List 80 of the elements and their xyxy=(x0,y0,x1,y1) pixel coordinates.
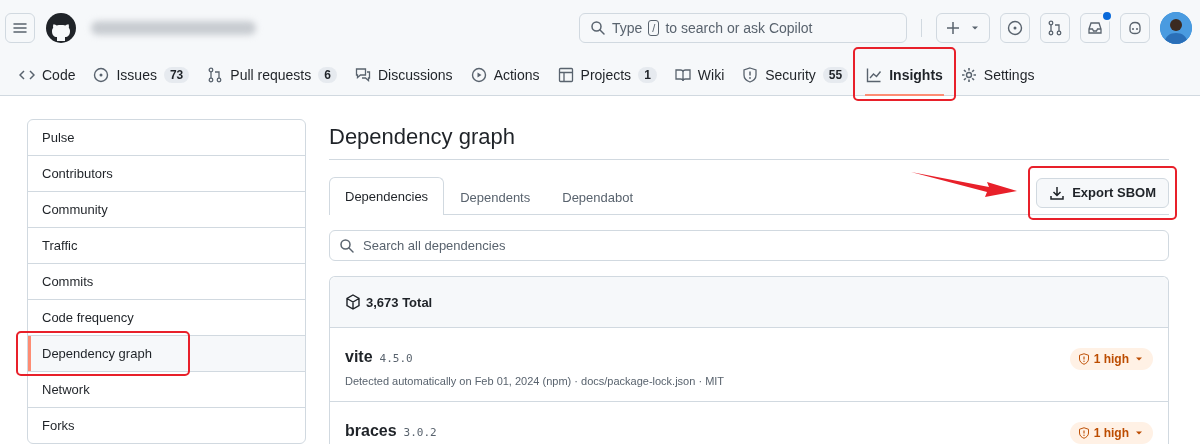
count-badge: 6 xyxy=(318,67,337,83)
slash-key: / xyxy=(648,19,660,36)
repo-tab[interactable]: Insights xyxy=(857,55,952,95)
inbox-icon xyxy=(1087,19,1103,36)
pull-requests-button[interactable] xyxy=(1040,12,1070,43)
tab-label: Issues xyxy=(116,67,157,83)
tab-label: Insights xyxy=(889,67,943,83)
inbox-button[interactable] xyxy=(1080,12,1110,43)
tab-label: Code xyxy=(42,67,76,83)
avatar[interactable] xyxy=(1160,11,1192,44)
shield-icon xyxy=(742,67,759,83)
tab-label: Actions xyxy=(493,67,540,83)
alert-badge[interactable]: 1 high xyxy=(1069,348,1153,370)
circle-dot-icon xyxy=(1007,19,1023,36)
tab[interactable]: Dependencies xyxy=(329,177,445,215)
sidebar-item[interactable]: Community xyxy=(28,192,305,227)
dependency-detail: Detected automatically on Feb 01, 2024 (npm) · docs/package-lock.json · MIT xyxy=(345,375,726,387)
circle-dot-icon xyxy=(93,67,110,83)
repo-tab[interactable]: Security 55 xyxy=(733,55,858,95)
issues-button[interactable] xyxy=(1000,12,1030,43)
plus-icon xyxy=(945,19,961,36)
sidebar-item[interactable]: Contributors xyxy=(28,156,305,191)
sidebar-item[interactable]: Code frequency xyxy=(28,300,305,335)
tab-label: Discussions xyxy=(377,67,453,83)
tab[interactable]: Dependabot xyxy=(546,178,650,215)
repo-tab[interactable]: Projects 1 xyxy=(548,55,666,95)
package-icon xyxy=(345,294,361,310)
tab[interactable]: Dependents xyxy=(444,178,547,215)
pull-request-icon xyxy=(207,67,224,83)
count-badge: 55 xyxy=(822,67,849,83)
sidebar-item[interactable]: Dependency graph xyxy=(28,336,305,371)
sidebar-item[interactable]: Commits xyxy=(28,264,305,299)
export-button[interactable]: Export SBOM xyxy=(1036,177,1169,208)
repo-tab[interactable]: Wiki xyxy=(665,55,734,95)
pull-request-icon xyxy=(1047,19,1063,36)
copilot-button[interactable] xyxy=(1120,12,1150,43)
repo-tab[interactable]: Pull requests 6 xyxy=(198,55,346,95)
speech-bubbles-icon xyxy=(354,67,371,83)
count-badge: 1 xyxy=(638,67,657,83)
repo-tab[interactable]: Issues 73 xyxy=(84,55,199,95)
book-icon xyxy=(674,67,691,83)
play-icon xyxy=(470,67,487,83)
version-text: 3.0.2 xyxy=(403,426,437,439)
sidebar-item[interactable]: Network xyxy=(28,372,305,407)
shield-icon xyxy=(1077,353,1090,365)
tab-label: Settings xyxy=(983,67,1035,83)
download-icon xyxy=(1049,184,1066,201)
gear-icon xyxy=(960,67,977,83)
search-field[interactable]: Type / to search or ask Copilot xyxy=(579,12,907,43)
repo-tab[interactable]: Actions xyxy=(461,55,549,95)
repo-tab[interactable]: Code xyxy=(10,55,85,95)
repo-tab[interactable]: Settings xyxy=(951,55,1044,95)
sidebar-item[interactable]: Forks xyxy=(28,408,305,443)
line-graph-icon xyxy=(866,67,883,83)
shield-icon xyxy=(1077,427,1090,439)
search-icon xyxy=(339,237,355,254)
total-count: 3,673 Total xyxy=(366,294,433,310)
count-badge: 73 xyxy=(163,67,190,83)
tab-label: Wiki xyxy=(697,67,725,83)
placeholder-text: Search all dependencies xyxy=(363,238,506,253)
alert-badge[interactable]: 1 high xyxy=(1069,422,1153,444)
cat-logo-icon[interactable] xyxy=(45,11,77,44)
create-button[interactable] xyxy=(936,12,990,43)
dependency-search-field[interactable]: Search all dependencies xyxy=(329,230,1169,261)
sidebar-item[interactable]: Pulse xyxy=(28,120,305,155)
search-icon xyxy=(590,19,606,36)
sidebar-item[interactable]: Traffic xyxy=(28,228,305,263)
tab-label: Security xyxy=(765,67,816,83)
repo-tab[interactable]: Discussions xyxy=(345,55,462,95)
menu-button[interactable] xyxy=(5,12,35,43)
dependency-name[interactable]: vite xyxy=(345,348,373,366)
table-icon xyxy=(557,67,574,83)
placeholder-text: Type xyxy=(612,19,643,36)
robot-face-icon xyxy=(1127,19,1143,36)
version-text: 4.5.0 xyxy=(379,352,413,365)
tab-label: Pull requests xyxy=(230,67,312,83)
placeholder-text: to search or ask Copilot xyxy=(665,19,813,36)
dependency-name[interactable]: braces xyxy=(345,422,397,440)
tab-label: Projects xyxy=(580,67,632,83)
page-title: Dependency graph xyxy=(329,124,1169,160)
